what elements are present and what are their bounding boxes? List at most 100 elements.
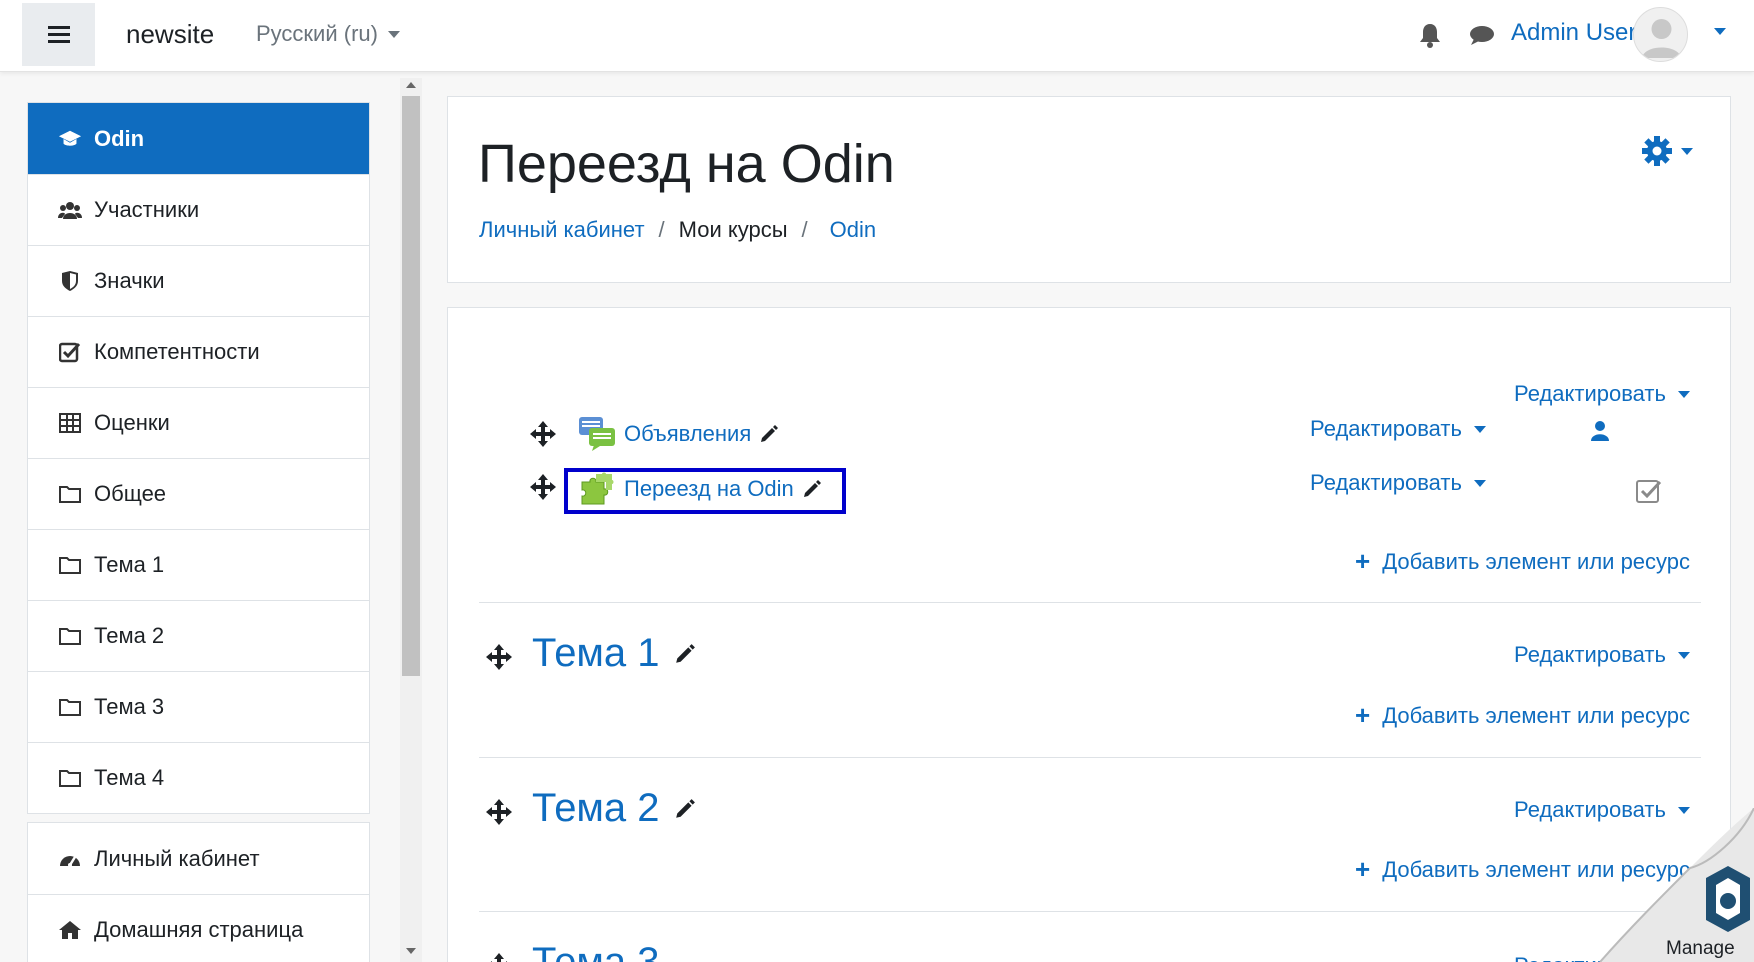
user-icon[interactable] xyxy=(1590,420,1610,442)
edit-label: Редактировать xyxy=(1310,416,1462,441)
move-icon[interactable] xyxy=(486,644,512,670)
section-divider xyxy=(479,602,1701,603)
sidebar-item-odin[interactable]: Odin xyxy=(28,103,369,174)
sidebar-item-label: Участники xyxy=(94,197,200,222)
breadcrumb-course[interactable]: Odin xyxy=(830,217,876,243)
chat-icon[interactable] xyxy=(1469,24,1495,51)
add-activity-button[interactable]: + Добавить элемент или ресурс xyxy=(1355,546,1690,577)
scroll-down-arrow-icon[interactable] xyxy=(406,948,416,954)
folder-icon xyxy=(58,766,82,790)
activity-announcements: Объявления xyxy=(578,416,779,452)
chevron-down-icon xyxy=(1677,651,1690,659)
sidebar-item-label: Компетентности xyxy=(94,339,260,364)
sidebar-item-label: Домашняя страница xyxy=(94,917,304,942)
scroll-thumb[interactable] xyxy=(402,96,420,676)
sidebar-item-label: Оценки xyxy=(94,410,170,435)
breadcrumb-dashboard[interactable]: Личный кабинет xyxy=(479,217,645,243)
activity-link[interactable]: Переезд на Odin xyxy=(624,476,794,502)
breadcrumb-separator: / xyxy=(658,217,665,242)
plus-icon: + xyxy=(1355,700,1371,730)
folder-icon xyxy=(58,624,82,648)
breadcrumb-separator: / xyxy=(801,217,808,242)
pencil-icon[interactable] xyxy=(674,643,696,665)
section-title: Тема 2 xyxy=(532,786,696,831)
move-icon[interactable] xyxy=(530,421,556,447)
activity-migration: Переезд на Odin xyxy=(578,472,822,506)
sidebar-item-competencies[interactable]: Компетентности xyxy=(28,316,369,387)
plus-icon: + xyxy=(1355,546,1371,576)
course-nav: Odin Участники Значки Компетентности Оце… xyxy=(27,102,370,814)
menu-toggle-button[interactable] xyxy=(22,3,95,66)
add-label: Добавить элемент или ресурс xyxy=(1382,548,1691,574)
section-title: Тема 3 xyxy=(532,940,660,962)
edit-label: Редактировать xyxy=(1310,470,1462,495)
section-edit-menu[interactable]: Редактировать xyxy=(1514,381,1690,407)
manage-badge[interactable]: Manage xyxy=(1590,807,1754,962)
manage-label: Manage xyxy=(1666,938,1735,959)
move-icon[interactable] xyxy=(486,799,512,825)
breadcrumb: Личный кабинет / Мои курсы / Odin xyxy=(479,217,876,243)
section-link[interactable]: Тема 3 xyxy=(532,940,660,962)
language-dropdown[interactable]: Русский (ru) xyxy=(256,21,400,47)
folder-icon xyxy=(58,482,82,506)
home-icon xyxy=(58,918,82,942)
bell-icon[interactable] xyxy=(1418,22,1442,53)
sidebar-item-label: Тема 2 xyxy=(94,623,165,648)
chevron-down-icon xyxy=(387,30,400,38)
language-label: Русский (ru) xyxy=(256,21,378,46)
pencil-icon[interactable] xyxy=(759,424,779,444)
section-link[interactable]: Тема 1 xyxy=(532,631,660,676)
move-icon[interactable] xyxy=(530,474,556,500)
menu-icon xyxy=(47,25,70,44)
shield-icon xyxy=(58,269,82,293)
activity-edit-menu[interactable]: Редактировать xyxy=(1310,416,1486,442)
add-activity-button[interactable]: + Добавить элемент или ресурс xyxy=(1355,700,1690,731)
sidebar-item-label: Odin xyxy=(94,125,145,151)
sidebar-item-topic-4[interactable]: Тема 4 xyxy=(28,742,369,813)
activity-edit-menu[interactable]: Редактировать xyxy=(1310,470,1486,496)
add-label: Добавить элемент или ресурс xyxy=(1382,702,1691,728)
scroll-up-arrow-icon[interactable] xyxy=(406,82,416,88)
chevron-down-icon xyxy=(1473,425,1486,433)
section-edit-menu[interactable]: Редактировать xyxy=(1514,642,1690,668)
section-link[interactable]: Тема 2 xyxy=(532,786,660,831)
user-name-link[interactable]: Admin User xyxy=(1511,19,1636,47)
sidebar-scrollbar[interactable] xyxy=(400,78,422,962)
site-nav: Личный кабинет Домашняя страница xyxy=(27,822,370,962)
breadcrumb-my-courses: Мои курсы xyxy=(678,217,788,242)
page-title: Переезд на Odin xyxy=(478,134,895,194)
top-navbar: newsite Русский (ru) Admin User xyxy=(0,0,1754,72)
move-icon[interactable] xyxy=(486,953,512,962)
course-settings-menu[interactable] xyxy=(1641,135,1693,167)
course-content: Редактировать Объявления Редактировать П… xyxy=(447,307,1731,962)
user-menu-caret-icon[interactable] xyxy=(1714,28,1726,35)
users-icon xyxy=(58,198,82,222)
page-header: Переезд на Odin Личный кабинет / Мои кур… xyxy=(447,96,1731,283)
sidebar-item-label: Тема 3 xyxy=(94,694,165,719)
sidebar-item-topic-2[interactable]: Тема 2 xyxy=(28,600,369,671)
sidebar-item-home[interactable]: Домашняя страница xyxy=(28,894,369,962)
sidebar-item-grades[interactable]: Оценки xyxy=(28,387,369,458)
pencil-icon[interactable] xyxy=(802,479,822,499)
gear-icon xyxy=(1642,136,1672,166)
table-icon xyxy=(58,411,82,435)
site-name-link[interactable]: newsite xyxy=(126,19,214,50)
plus-icon: + xyxy=(1355,854,1371,884)
sidebar-item-participants[interactable]: Участники xyxy=(28,174,369,245)
checkbox-icon xyxy=(58,340,82,364)
forum-icon xyxy=(579,417,615,451)
sidebar-item-dashboard[interactable]: Личный кабинет xyxy=(28,823,369,894)
chevron-down-icon xyxy=(1473,479,1486,487)
sidebar-item-label: Общее xyxy=(94,481,167,506)
sidebar-item-topic-3[interactable]: Тема 3 xyxy=(28,671,369,742)
edit-label: Редактировать xyxy=(1514,642,1666,667)
sidebar-item-badges[interactable]: Значки xyxy=(28,245,369,316)
dashboard-icon xyxy=(58,847,82,871)
sidebar-item-general[interactable]: Общее xyxy=(28,458,369,529)
sidebar-item-topic-1[interactable]: Тема 1 xyxy=(28,529,369,600)
avatar[interactable] xyxy=(1633,7,1688,62)
completion-checkbox-icon[interactable] xyxy=(1636,478,1662,504)
pencil-icon[interactable] xyxy=(674,798,696,820)
activity-link[interactable]: Объявления xyxy=(624,421,751,447)
sidebar-item-label: Личный кабинет xyxy=(94,845,260,871)
